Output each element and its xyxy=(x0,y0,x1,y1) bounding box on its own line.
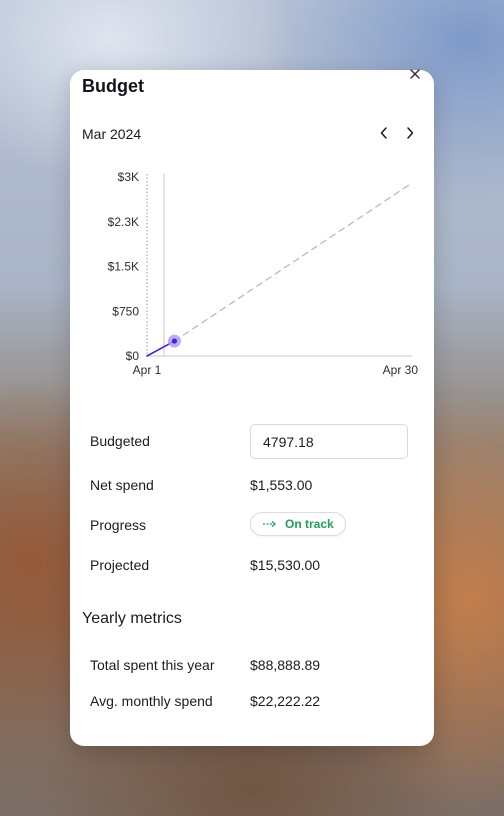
close-button[interactable] xyxy=(408,67,422,81)
arrow-right-icon xyxy=(263,521,277,527)
chevron-right-icon xyxy=(407,127,414,139)
progress-status-text: On track xyxy=(285,517,334,531)
panel-title: Budget xyxy=(82,76,144,96)
avg-monthly-label: Avg. monthly spend xyxy=(90,693,213,709)
budget-panel: Budget Mar 2024 $3K $2.3K $1.5K $750 $0 Apr … xyxy=(70,67,434,746)
budgeted-input[interactable] xyxy=(250,424,408,459)
net-spend-label: Net spend xyxy=(90,477,154,493)
y-tick-label: $0 xyxy=(126,349,140,363)
next-month-button[interactable] xyxy=(401,124,419,142)
y-tick-label: $3K xyxy=(118,170,139,184)
previous-month-button[interactable] xyxy=(375,124,393,142)
budgeted-label: Budgeted xyxy=(90,433,150,449)
progress-label: Progress xyxy=(90,517,147,533)
close-icon xyxy=(410,69,420,79)
month-label: Mar 2024 xyxy=(82,126,142,142)
progress-status-badge: On track xyxy=(250,512,346,536)
y-tick-label: $1.5K xyxy=(108,260,139,274)
y-tick-label: $750 xyxy=(112,304,139,318)
y-tick-label: $2.3K xyxy=(108,215,139,229)
total-spent-value: $88,888.89 xyxy=(250,657,321,673)
projected-value: $15,530.00 xyxy=(250,557,321,573)
x-tick-label: Apr 30 xyxy=(383,363,419,377)
projected-spend-line xyxy=(173,182,413,342)
x-tick-label: Apr 1 xyxy=(133,363,162,377)
avg-monthly-value: $22,222.22 xyxy=(250,693,321,709)
yearly-metrics-title: Yearly metrics xyxy=(82,610,182,627)
spend-chart: $3K $2.3K $1.5K $750 $0 Apr 1 Apr 30 xyxy=(108,170,419,377)
current-point-marker xyxy=(171,338,178,344)
net-spend-value: $1,553.00 xyxy=(250,477,313,493)
total-spent-label: Total spent this year xyxy=(90,657,215,673)
chevron-left-icon xyxy=(380,127,387,139)
projected-label: Projected xyxy=(90,557,150,573)
